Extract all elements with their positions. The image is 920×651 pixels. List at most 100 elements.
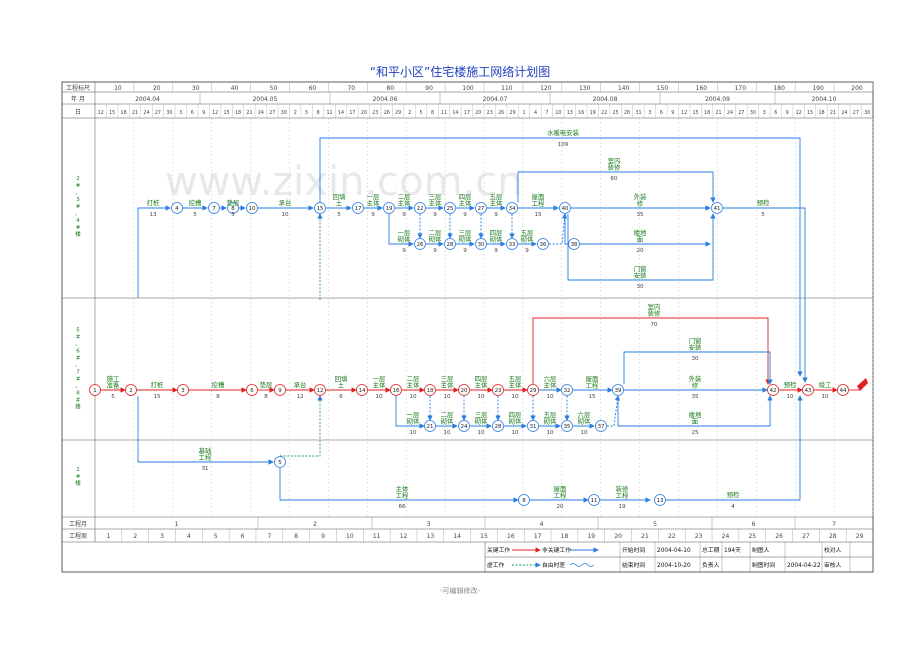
activity-name: 垫层 (260, 380, 273, 389)
activity-name-cont: 主体 (398, 199, 411, 208)
day-label: 26 (384, 110, 390, 116)
day-row-label: 日 (75, 109, 81, 116)
activity-duration: 9 (433, 212, 437, 218)
day-label: 15 (109, 110, 115, 116)
legend-drawtime-value: 2004-04-22 (787, 563, 821, 569)
row-label: # (76, 183, 81, 189)
activity-name: 打桩 (151, 380, 164, 389)
event-node-number: 18 (427, 388, 434, 394)
activity-duration: 5 (231, 212, 235, 218)
footer-week: 16 (507, 533, 515, 540)
event-node-number: 28 (447, 242, 454, 248)
day-label: 3 (179, 110, 182, 116)
event-node-number: 44 (840, 388, 847, 394)
day-label: 22 (601, 110, 607, 116)
event-node-number: 36 (540, 242, 547, 248)
day-label: 9 (671, 110, 674, 116)
activity-duration: 8 (264, 394, 268, 400)
activity-duration: 10 (375, 394, 383, 400)
event-node-number: 29 (530, 388, 537, 394)
activity-duration: 10 (443, 430, 451, 436)
row-label: 2 (76, 176, 80, 182)
activity-duration: 9 (402, 212, 406, 218)
event-node-number: 30 (478, 242, 485, 248)
activity-duration: 9 (494, 212, 498, 218)
month-label: 2004.07 (483, 96, 508, 103)
day-label: 24 (841, 110, 847, 116)
activity-duration: 10 (580, 430, 588, 436)
footer-week: 17 (534, 533, 542, 540)
activity-name-cont: 砌体 (521, 235, 534, 244)
row-label: 、 (75, 384, 81, 390)
day-label: 11 (441, 110, 447, 116)
activity-duration: 10 (409, 430, 417, 436)
footer-month-label: 工程月 (69, 520, 87, 528)
activity-name-cont: 工程 (554, 491, 567, 500)
day-label: 24 (143, 110, 149, 116)
activity-duration: 4 (731, 504, 735, 510)
event-node-number: 6 (250, 388, 254, 394)
day-label: 14 (452, 110, 458, 116)
day-label: 6 (191, 110, 194, 116)
scale-tick: 170 (735, 85, 747, 92)
activity-duration: 10 (786, 394, 794, 400)
row-label: # (76, 474, 81, 480)
event-node-number: 1 (93, 388, 96, 394)
day-label: 30 (281, 110, 287, 116)
day-label: 10 (555, 110, 561, 116)
footer-week: 19 (587, 533, 595, 540)
day-label: 15 (224, 110, 230, 116)
footer-week: 23 (695, 533, 703, 540)
activity-name: 打桩 (147, 198, 160, 207)
day-label: 8 (431, 110, 434, 116)
footer-week: 3 (160, 533, 164, 540)
row-label: 8 (76, 391, 80, 397)
activity-name-cont: 砌体 (475, 417, 488, 426)
activity-duration: 60 (610, 176, 618, 182)
activity-name: 竣工 (819, 380, 832, 389)
legend-total-label: 总工期 (702, 546, 720, 554)
footer-note: -可编辑修改- (440, 586, 481, 595)
footer-week: 7 (267, 533, 271, 540)
activity-duration: 10 (409, 394, 417, 400)
row-label: # (76, 204, 81, 210)
activity-duration: 10 (477, 430, 485, 436)
activity-duration: 30 (691, 356, 699, 362)
activity-name-cont: 主体 (544, 381, 557, 390)
day-label: 7 (545, 110, 548, 116)
activity-name-cont: 主体 (407, 381, 420, 390)
activity-name-cont: 主体 (475, 381, 488, 390)
outer-frame (61, 81, 874, 573)
network-plan-chart: www.zixin.com.cn “和平小区”住宅楼施工网络计划图 工程标尺年 … (61, 64, 874, 595)
footer-month: 6 (752, 521, 756, 528)
day-label: 17 (464, 110, 470, 116)
activity-duration: 9 (463, 248, 467, 254)
activity-name-cont: 主体 (373, 381, 386, 390)
top-entry-arrow (137, 205, 171, 298)
footer-month: 3 (427, 521, 431, 528)
footer-week: 13 (427, 533, 435, 540)
activity-duration: 9 (433, 248, 437, 254)
month-label: 2004.08 (593, 96, 618, 103)
month-label: 2004.05 (253, 96, 278, 103)
footer-month: 2 (313, 521, 317, 528)
activity-name-cont: 修 (637, 199, 644, 208)
activity-duration: 6 (339, 394, 343, 400)
event-node-number: 42 (770, 388, 777, 394)
footer-week: 10 (346, 533, 354, 540)
day-label: 24 (727, 110, 733, 116)
scale-row-label: 工程标尺 (66, 84, 90, 92)
footer-week: 22 (668, 533, 676, 540)
activity-name-cont: 砌体 (407, 417, 420, 426)
scale-tick: 20 (153, 85, 161, 92)
month-label: 2004.10 (812, 96, 837, 103)
footer-week: 15 (480, 533, 488, 540)
activity-name-cont: 工程 (586, 381, 599, 390)
legend-total-value: 194天 (724, 547, 741, 554)
footer-week: 4 (187, 533, 191, 540)
activity-duration: 5 (193, 212, 197, 218)
activity-name-cont: 工程 (616, 491, 629, 500)
activity-duration: 20 (636, 248, 644, 254)
event-node-number: 8 (522, 498, 526, 504)
event-node-number: 28 (495, 424, 502, 430)
